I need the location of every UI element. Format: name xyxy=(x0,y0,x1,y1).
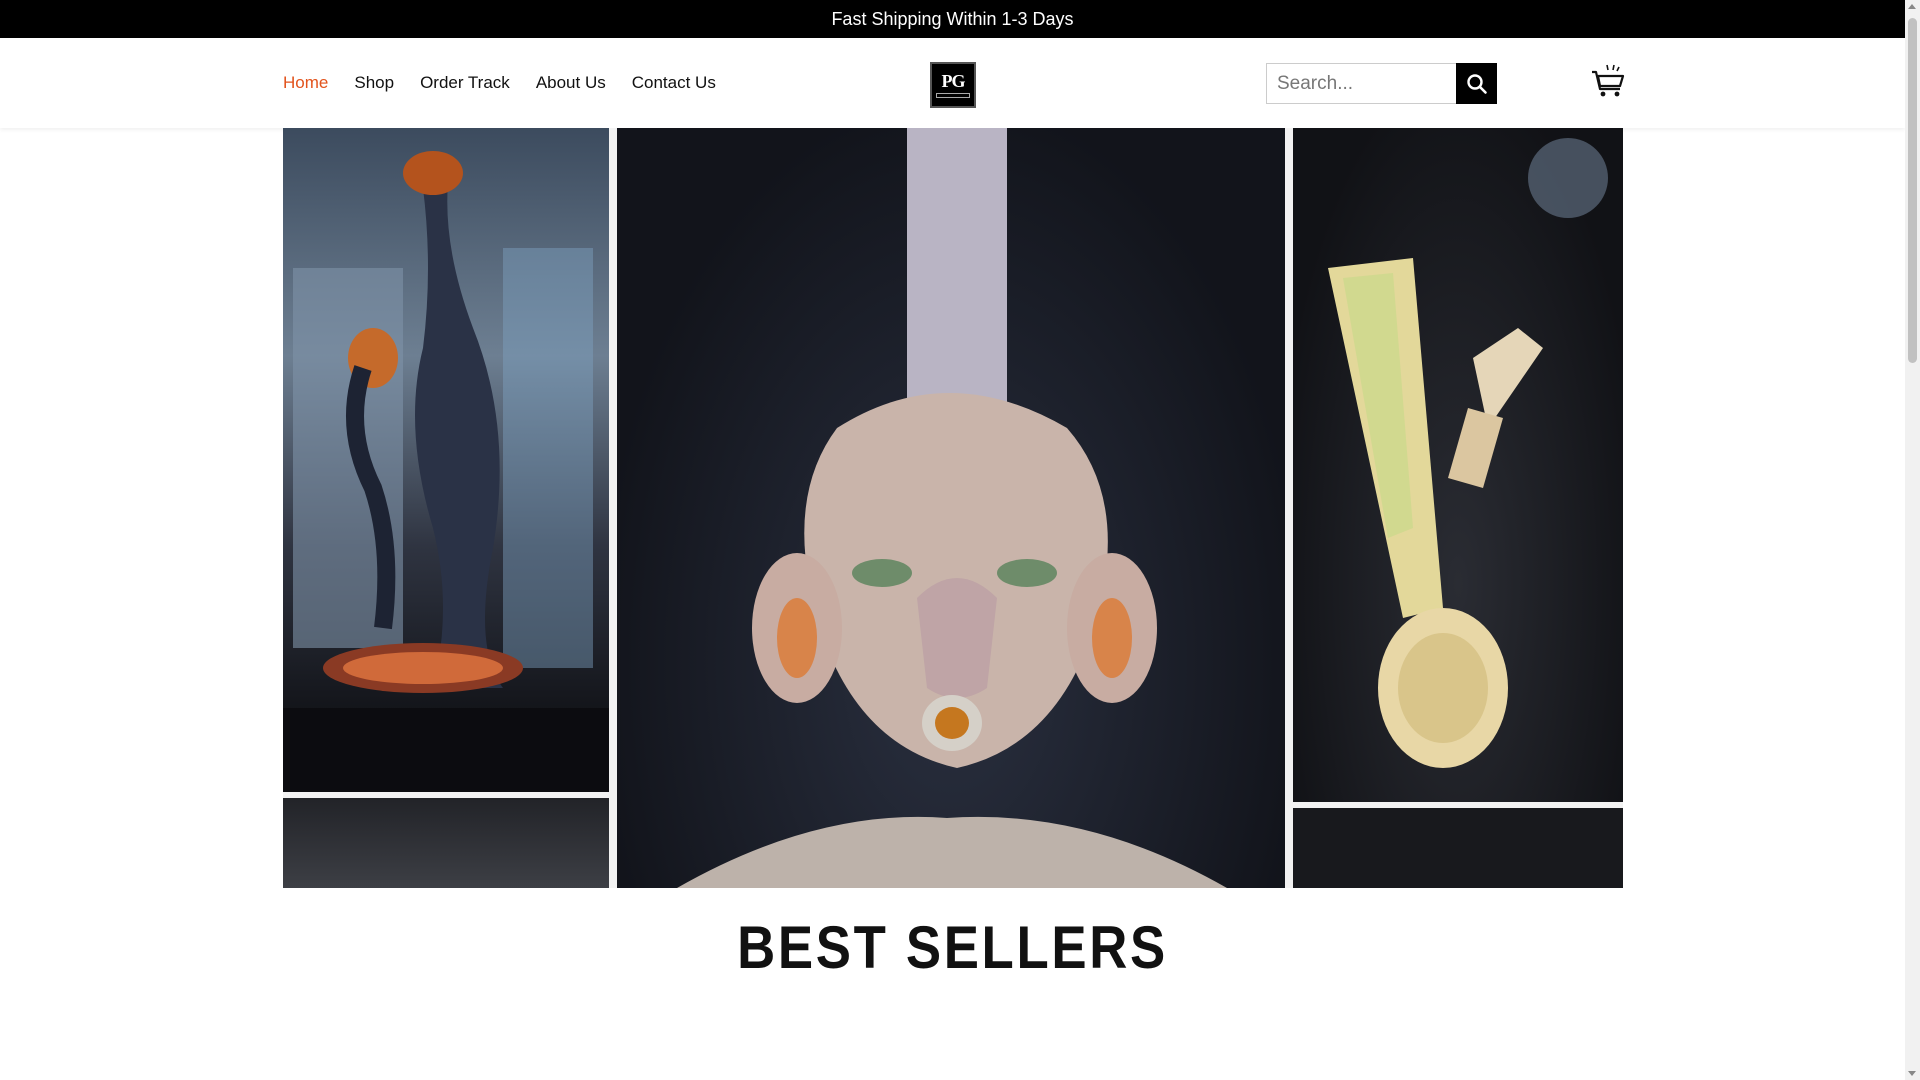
announcement-bar: Fast Shipping Within 1-3 Days xyxy=(0,0,1905,38)
hero-banner[interactable] xyxy=(283,128,1623,888)
search-input[interactable] xyxy=(1266,63,1456,104)
hero-divider xyxy=(1293,802,1623,808)
scrollbar-thumb[interactable] xyxy=(1908,18,1917,363)
nav-item-order-track[interactable]: Order Track xyxy=(420,73,510,93)
search-icon xyxy=(1466,73,1487,94)
page: Fast Shipping Within 1-3 Days Home Shop … xyxy=(0,0,1905,1080)
nav-item-about-us[interactable]: About Us xyxy=(536,73,606,93)
logo-emblem xyxy=(936,93,970,98)
hero-image-left xyxy=(283,128,609,888)
scroll-up-icon[interactable] xyxy=(1908,4,1916,9)
scroll-down-icon[interactable] xyxy=(1908,1071,1916,1076)
page-scrollbar[interactable] xyxy=(1905,0,1920,1080)
hero-image-right xyxy=(1293,128,1623,888)
nav-item-contact-us[interactable]: Contact Us xyxy=(632,73,716,93)
logo-text: PG xyxy=(941,71,966,91)
hero-divider xyxy=(609,128,617,888)
nav-item-home[interactable]: Home xyxy=(283,73,328,93)
hero-image-center xyxy=(617,128,1285,888)
nav-item-shop[interactable]: Shop xyxy=(354,73,394,93)
main-nav: Home Shop Order Track About Us Contact U… xyxy=(283,38,716,128)
site-header: Home Shop Order Track About Us Contact U… xyxy=(0,38,1905,128)
hero-divider xyxy=(283,792,609,798)
shopping-cart-icon[interactable] xyxy=(1590,63,1626,99)
site-logo[interactable]: PG xyxy=(930,62,976,108)
announcement-text: Fast Shipping Within 1-3 Days xyxy=(831,8,1074,29)
search-button[interactable] xyxy=(1456,63,1497,104)
search-form xyxy=(1266,63,1497,104)
hero-divider xyxy=(1285,128,1293,888)
section-title: BEST SELLERS xyxy=(737,914,1168,981)
